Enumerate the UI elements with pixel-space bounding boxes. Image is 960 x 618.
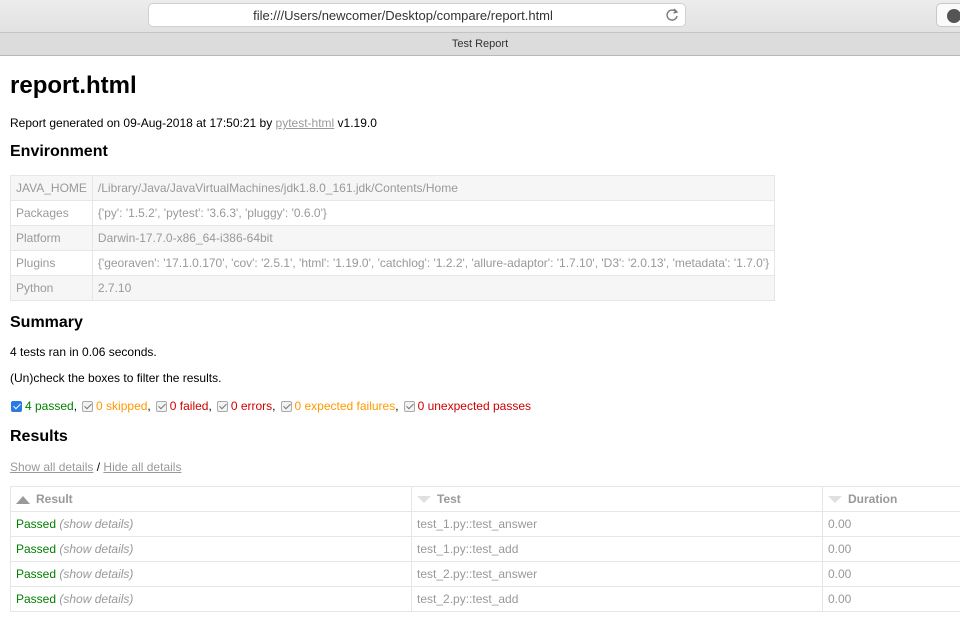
duration-cell: 0.00 [822,536,960,562]
filter-separator: , [208,399,212,413]
report-page: report.html Report generated on 09-Aug-2… [0,56,960,618]
filter-label: 0 unexpected passes [417,399,531,413]
environment-table: JAVA_HOME/Library/Java/JavaVirtualMachin… [10,175,776,301]
tab-bar: Test Report [0,32,960,56]
show-all-details-link[interactable]: Show all details [10,460,93,474]
result-cell: Passed (show details) [10,511,412,537]
download-icon [947,9,960,23]
environment-key: Platform [10,225,93,251]
show-details-link[interactable]: (show details) [59,592,133,606]
environment-value: {'georaven': '17.1.0.170', 'cov': '2.5.1… [91,250,776,276]
tests-ran-text: 4 tests ran in 0.06 seconds. [10,345,157,359]
downloads-button[interactable] [936,3,960,27]
pytest-html-link[interactable]: pytest-html [276,116,335,130]
environment-value: /Library/Java/JavaVirtualMachines/jdk1.8… [91,175,776,201]
table-row: Passed (show details) test_2.py::test_ans… [10,561,960,587]
result-cell: Passed (show details) [10,536,412,562]
filter-checkbox[interactable] [155,400,167,412]
address-bar[interactable]: file:///Users/newcomer/Desktop/compare/r… [148,3,686,27]
result-filters: 4 passed, 0 skipped, 0 failed, 0 errors, 0 e… [11,399,536,413]
filter-label: 4 passed [25,399,74,413]
results-table: Result Test Duration Passed (show detail… [10,486,960,612]
tab-title[interactable]: Test Report [0,38,960,50]
show-details-link[interactable]: (show details) [59,567,133,581]
filter-checkbox[interactable] [216,400,228,412]
generated-prefix: Report generated on 09-Aug-2018 at 17:50… [10,116,276,130]
environment-row: Python 2.7.10 [10,275,776,301]
summary-heading: Summary [10,314,83,331]
filter-label: 0 skipped [96,399,148,413]
table-row: Passed (show details) test_1.py::test_add… [10,536,960,562]
filter-checkbox[interactable] [280,400,292,412]
filter-item[interactable]: 0 skipped, [82,399,151,413]
environment-row: JAVA_HOME/Library/Java/JavaVirtualMachin… [10,175,776,201]
result-status: Passed [16,517,57,531]
filter-item[interactable]: 0 expected failures, [280,399,399,413]
duration-column-header[interactable]: Duration [822,486,960,512]
filter-item[interactable]: 0 errors, [216,399,276,413]
result-status: Passed [16,542,57,556]
url-text[interactable]: file:///Users/newcomer/Desktop/compare/r… [149,8,657,23]
filter-separator: , [147,399,151,413]
details-separator: / [93,460,104,474]
filter-checkbox[interactable] [82,400,94,412]
filter-label: 0 errors [230,399,273,413]
generated-info: Report generated on 09-Aug-2018 at 17:50… [10,116,377,130]
generated-suffix: v1.19.0 [334,116,377,130]
test-column-label: Test [437,492,461,506]
filter-checkbox[interactable] [403,400,415,412]
show-details-link[interactable]: (show details) [59,542,133,556]
result-status: Passed [16,567,57,581]
sort-ascending-icon [16,495,30,504]
reload-icon[interactable] [663,6,681,24]
filter-hint: (Un)check the boxes to filter the result… [10,371,222,385]
duration-cell: 0.00 [822,511,960,537]
filter-separator: , [272,399,276,413]
browser-toolbar: file:///Users/newcomer/Desktop/compare/r… [0,0,960,32]
environment-value: 2.7.10 [91,275,776,301]
results-header-row: Result Test Duration [10,486,960,512]
duration-cell: 0.00 [822,586,960,612]
filter-label: 0 expected failures [294,399,396,413]
show-details-link[interactable]: (show details) [59,517,133,531]
filter-item[interactable]: 4 passed, [11,399,77,413]
environment-value: {'py': '1.5.2', 'pytest': '3.6.3', 'plug… [91,200,776,226]
result-status: Passed [16,592,57,606]
filter-label: 0 failed [169,399,209,413]
filter-separator: , [73,399,78,413]
duration-column-label: Duration [848,492,898,506]
test-column-header[interactable]: Test [411,486,823,512]
environment-heading: Environment [10,143,108,160]
hide-all-details-link[interactable]: Hide all details [103,460,181,474]
environment-key: JAVA_HOME [10,175,93,201]
test-name-cell: test_2.py::test_answer [411,561,823,587]
page-title: report.html [10,72,137,99]
environment-row: Platform Darwin-17.7.0-x86_64-i386-64bit [10,225,776,251]
results-heading: Results [10,428,68,445]
result-cell: Passed (show details) [10,561,412,587]
table-row: Passed (show details) test_1.py::test_ans… [10,511,960,537]
filter-item[interactable]: 0 failed, [155,399,212,413]
environment-row: Plugins {'georaven': '17.1.0.170', 'cov':… [10,250,776,276]
test-name-cell: test_1.py::test_add [411,536,823,562]
filter-separator: , [395,399,399,413]
result-column-header[interactable]: Result [10,486,412,512]
environment-key: Python [10,275,93,301]
test-name-cell: test_1.py::test_answer [411,511,823,537]
environment-key: Plugins [10,250,93,276]
filter-item[interactable]: 0 unexpected passes [403,399,531,413]
test-name-cell: test_2.py::test_add [411,586,823,612]
environment-key: Packages [10,200,93,226]
duration-cell: 0.00 [822,561,960,587]
environment-row: Packages {'py': '1.5.2', 'pytest': '3.6.3… [10,200,776,226]
sort-inactive-icon [417,496,431,504]
sort-inactive-icon [828,496,842,504]
filter-checkbox[interactable] [11,400,22,412]
details-toggle-links: Show all details / Hide all details [10,460,181,474]
environment-value: Darwin-17.7.0-x86_64-i386-64bit [91,225,776,251]
result-column-label: Result [36,492,73,506]
result-cell: Passed (show details) [10,586,412,612]
table-row: Passed (show details) test_2.py::test_add… [10,586,960,612]
